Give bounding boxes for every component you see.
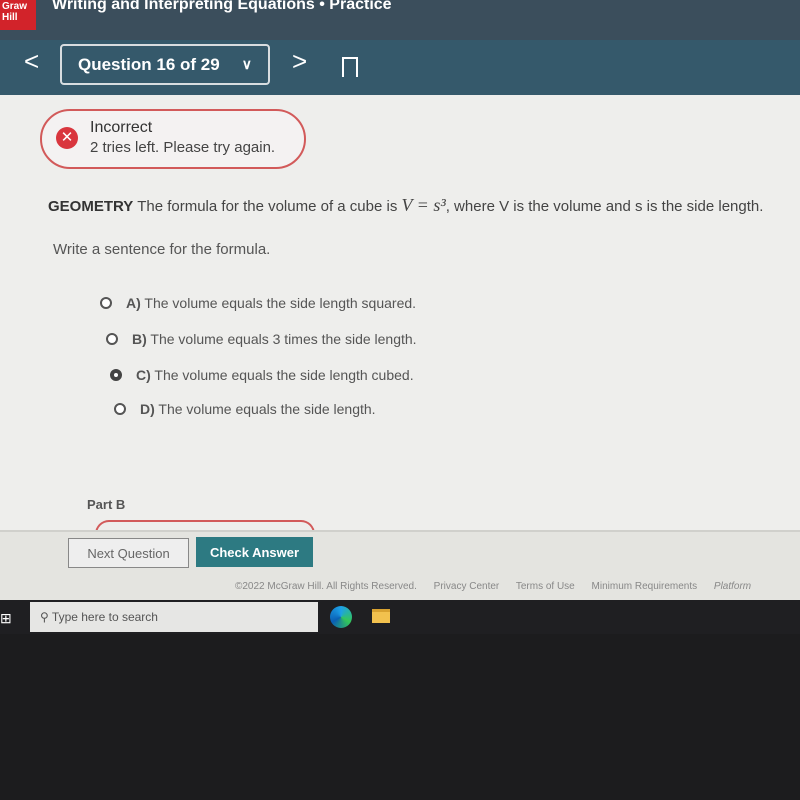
radio-button[interactable] [110,369,122,381]
part-b-label: Part B [87,497,126,512]
radio-button[interactable] [100,297,112,309]
radio-button[interactable] [114,403,126,415]
question-area: ✕ Incorrect 2 tries left. Please try aga… [0,95,800,540]
question-prompt: Write a sentence for the formula. [53,241,271,258]
error-x-icon: ✕ [56,127,78,149]
check-answer-button[interactable]: Check Answer [196,537,313,567]
answer-option[interactable]: D) The volume equals the side length. [114,401,376,417]
next-question-button[interactable]: Next Question [68,538,189,568]
assignment-title: Writing and Interpreting Equations • Pra… [52,0,392,13]
subject-label: GEOMETRY [48,198,134,215]
question-part2: , where V is the volume and s is the sid… [445,198,764,215]
question-part1: The formula for the volume of a cube is [137,198,402,215]
question-text: GEOMETRY The formula for the volume of a… [48,195,763,216]
option-text: A) The volume equals the side length squ… [126,295,417,311]
logo-text: Graw Hill [2,1,28,23]
question-selector[interactable]: Question 16 of 29 ∨ [60,44,270,85]
file-explorer-icon[interactable] [372,609,390,623]
chevron-down-icon: ∨ [241,56,252,72]
taskbar-search[interactable]: ⚲ Type here to search [30,602,318,632]
option-text: D) The volume equals the side length. [140,401,376,417]
app-header: Graw Hill Writing and Interpreting Equat… [0,0,800,40]
taskbar: ⊞ ⚲ Type here to search [0,600,800,634]
footer: ©2022 McGraw Hill. All Rights Reserved. … [235,581,765,592]
edge-browser-icon[interactable] [330,606,352,628]
search-placeholder: Type here to search [51,610,158,624]
incorrect-alert: ✕ Incorrect 2 tries left. Please try aga… [40,109,306,169]
next-question-arrow[interactable]: > [292,46,307,77]
platform-link[interactable]: Platform [714,581,751,592]
answer-option[interactable]: A) The volume equals the side length squ… [100,295,416,311]
requirements-link[interactable]: Minimum Requirements [592,581,698,592]
prev-question-button[interactable]: < [24,46,39,77]
alert-message: 2 tries left. Please try again. [90,139,276,156]
question-selector-label: Question 16 of 29 [78,55,220,74]
copyright: ©2022 McGraw Hill. All Rights Reserved. [235,581,417,592]
action-bar: Next Question Check Answer ©2022 McGraw … [0,530,800,600]
radio-button[interactable] [106,333,118,345]
formula: V = s³ [401,195,446,215]
answer-option[interactable]: C) The volume equals the side length cub… [110,367,414,383]
privacy-link[interactable]: Privacy Center [434,581,500,592]
terms-link[interactable]: Terms of Use [516,581,575,592]
windows-start-icon[interactable]: ⊞ [0,610,12,627]
alert-title: Incorrect [90,119,153,136]
answer-option[interactable]: B) The volume equals 3 times the side le… [106,331,417,347]
question-nav: < Question 16 of 29 ∨ > [0,40,800,95]
mcgraw-hill-logo: Graw Hill [0,0,36,30]
bookmark-icon[interactable] [342,57,358,77]
option-text: B) The volume equals 3 times the side le… [132,331,417,347]
option-text: C) The volume equals the side length cub… [136,367,414,383]
